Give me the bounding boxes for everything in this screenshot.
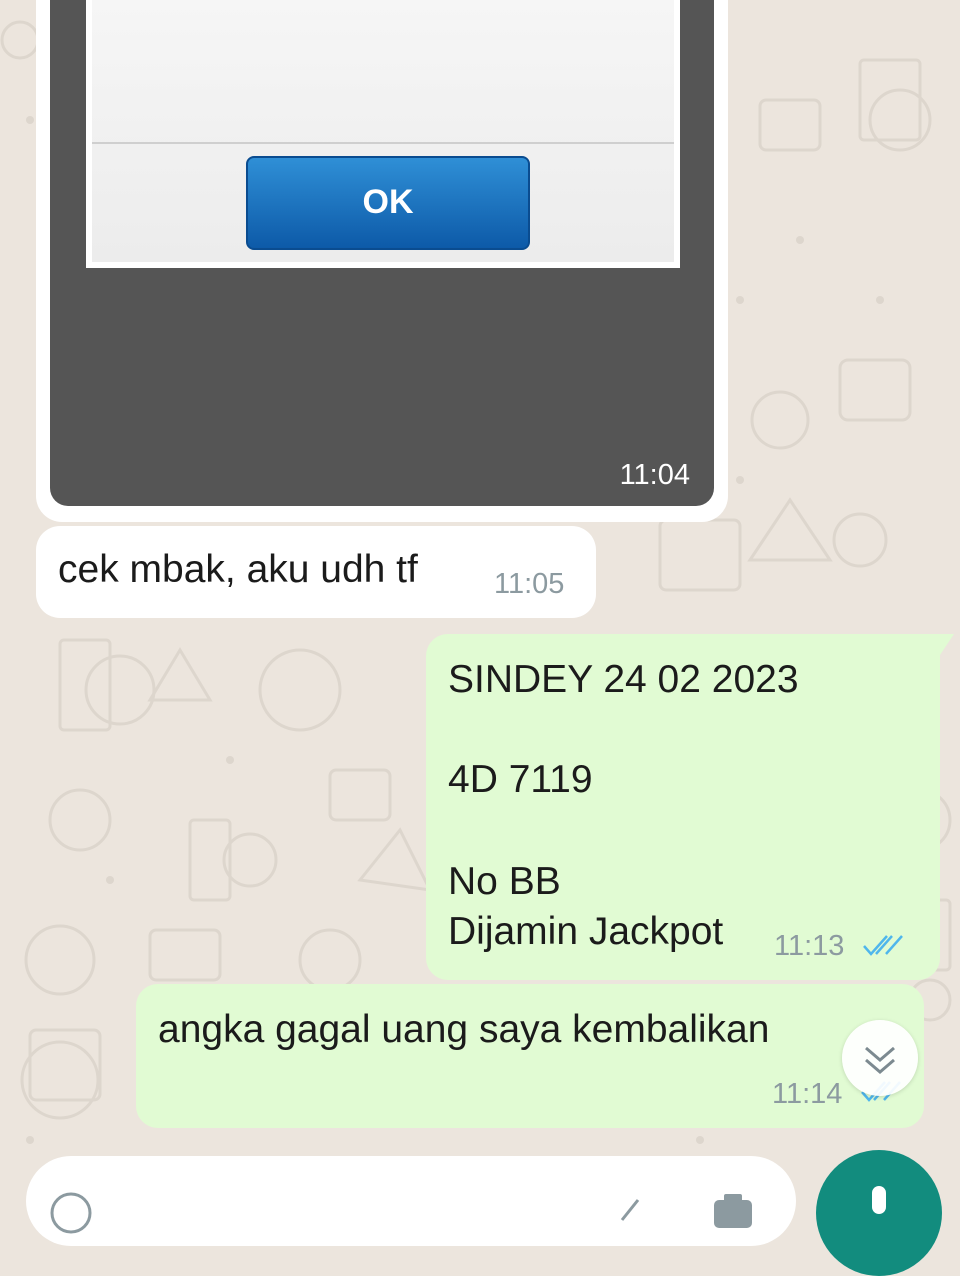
image-attachment[interactable]: OK 11:04 bbox=[50, 0, 714, 506]
camera-icon[interactable] bbox=[710, 1190, 756, 1230]
message-time: 11:05 bbox=[494, 568, 565, 600]
chevron-double-down-icon bbox=[865, 1046, 895, 1074]
outgoing-message-bubble[interactable]: angka gagal uang saya kembalikan 11:14 bbox=[136, 984, 924, 1128]
message-time: 11:04 bbox=[619, 459, 690, 491]
image-message-bubble[interactable]: OK 11:04 bbox=[36, 0, 728, 522]
double-check-icon bbox=[863, 935, 903, 956]
mic-icon bbox=[872, 1186, 886, 1214]
paperclip-icon[interactable] bbox=[612, 1190, 652, 1230]
message-composer[interactable] bbox=[26, 1156, 796, 1246]
outgoing-message-bubble[interactable]: SINDEY 24 02 2023 4D 7119 No BB Dijamin … bbox=[426, 634, 940, 980]
screenshot-dialog: OK bbox=[86, 0, 680, 268]
message-line: No BB bbox=[448, 860, 561, 903]
incoming-message-bubble[interactable]: cek mbak, aku udh tf 11:05 bbox=[36, 526, 596, 618]
message-text: cek mbak, aku udh tf bbox=[58, 548, 418, 591]
message-line: 4D 7119 bbox=[448, 758, 593, 801]
bubble-tail bbox=[938, 634, 954, 658]
dialog-ok-button: OK bbox=[246, 156, 530, 250]
message-line: SINDEY 24 02 2023 bbox=[448, 658, 799, 701]
dialog-divider bbox=[92, 142, 674, 144]
message-time: 11:14 bbox=[772, 1078, 843, 1110]
message-line: Dijamin Jackpot bbox=[448, 910, 724, 953]
scroll-to-bottom-button[interactable] bbox=[842, 1020, 918, 1096]
message-text: angka gagal uang saya kembalikan bbox=[158, 1008, 770, 1051]
message-time: 11:13 bbox=[774, 930, 845, 962]
mic-button[interactable] bbox=[816, 1150, 942, 1276]
emoji-icon[interactable] bbox=[48, 1190, 94, 1236]
